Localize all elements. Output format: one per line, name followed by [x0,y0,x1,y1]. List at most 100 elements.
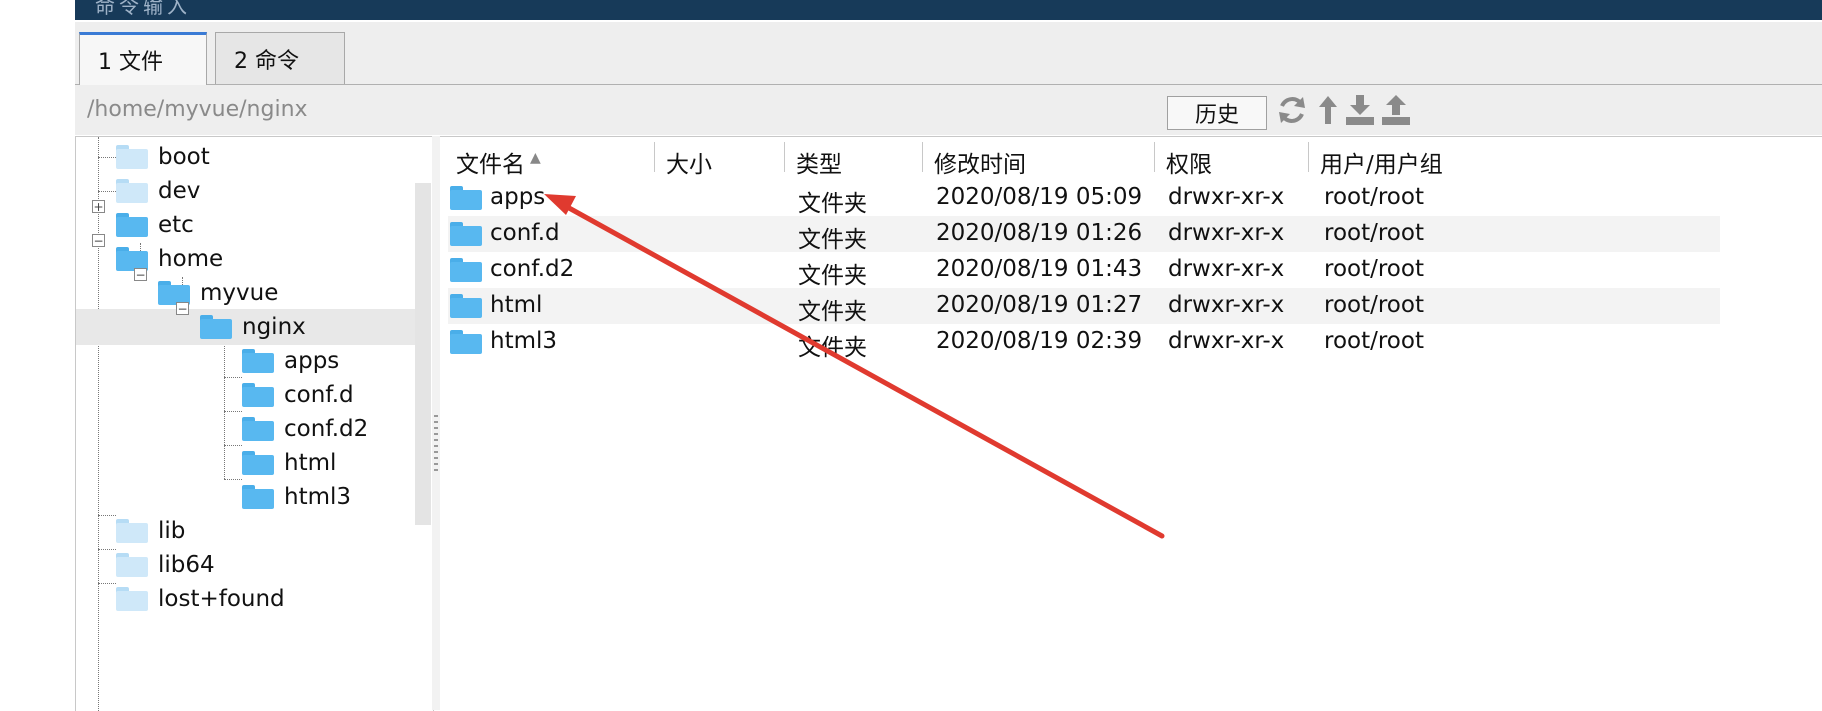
tab-commands[interactable]: 2 命令 [215,32,345,84]
tab-files[interactable]: 1 文件 [79,32,207,85]
tree-item-boot[interactable]: boot [116,139,210,175]
command-input-bar[interactable]: 命令输入 ..... [75,0,1822,28]
splitter-grip[interactable] [434,415,438,475]
column-divider[interactable] [654,142,655,172]
command-input-label: 命令输入 [95,0,191,18]
tree-item-lib[interactable]: lib [116,513,185,549]
tree-connector [224,377,242,378]
up-arrow-icon[interactable] [1311,93,1345,127]
tree-item-dev[interactable]: dev [116,173,200,209]
tree-item-label: myvue [200,280,279,306]
file-modified: 2020/08/19 01:26 [936,220,1143,246]
tree-connector [98,157,116,158]
tree-item-label: lib [158,518,186,544]
folder-icon [450,186,482,210]
folder-icon [116,553,148,577]
tree-item-lost-found[interactable]: lost+found [116,581,285,617]
file-name: apps [490,184,546,210]
file-row[interactable]: conf.d 文件夹 2020/08/19 01:26 drwxr-xr-x r… [448,216,1720,253]
folder-icon [450,258,482,282]
file-owner: root/root [1324,184,1424,210]
file-list-header: 文件名 ▲ 大小 类型 修改时间 权限 用户/用户组 [440,138,1822,178]
column-divider[interactable] [1308,142,1309,172]
tree-connector [98,515,116,516]
folder-icon [116,145,148,169]
folder-icon [242,383,274,407]
tree-connector [98,137,99,711]
file-row[interactable]: html3 文件夹 2020/08/19 02:39 drwxr-xr-x ro… [448,324,1720,361]
column-header-permissions[interactable]: 权限 [1166,145,1212,179]
collapse-icon[interactable]: − [176,302,189,315]
file-name: html3 [490,328,558,354]
tree-item-etc[interactable]: etc [116,207,194,243]
tree-item-label: html [284,450,337,476]
folder-icon [116,587,148,611]
tree-item-label: lost+found [158,586,285,612]
column-divider[interactable] [784,142,785,172]
tree-item-home[interactable]: home [116,241,223,277]
tree-item-label: dev [158,178,201,204]
collapse-icon[interactable]: − [92,234,105,247]
tree-connector [224,445,242,446]
folder-icon [242,349,274,373]
tree-item-lib64[interactable]: lib64 [116,547,215,583]
column-divider[interactable] [1154,142,1155,172]
tree-item-label: conf.d [284,382,354,408]
directory-tree[interactable]: boot dev + etc − home − myvue nginx − ap… [75,136,434,711]
tree-item-label: boot [158,144,210,170]
file-name: html [490,292,543,318]
column-header-size[interactable]: 大小 [666,145,712,179]
file-modified: 2020/08/19 05:09 [936,184,1143,210]
tree-connector [224,411,242,412]
file-permissions: drwxr-xr-x [1168,184,1285,210]
file-name: conf.d [490,220,560,246]
column-header-owner[interactable]: 用户/用户组 [1320,145,1443,179]
tree-item-conf-d2[interactable]: conf.d2 [242,411,368,447]
tree-connector [98,549,116,550]
file-row[interactable]: html 文件夹 2020/08/19 01:27 drwxr-xr-x roo… [448,288,1720,325]
folder-icon [450,222,482,246]
file-type: 文件夹 [798,227,867,253]
folder-icon [200,315,232,339]
history-button[interactable]: 历史 [1167,96,1267,130]
file-permissions: drwxr-xr-x [1168,256,1285,282]
folder-icon [242,485,274,509]
path-bar: /home/myvue/nginx 历史 [75,85,1822,135]
file-permissions: drwxr-xr-x [1168,292,1285,318]
folder-icon [450,294,482,318]
file-type: 文件夹 [798,263,867,289]
refresh-icon[interactable] [1275,93,1309,127]
file-permissions: drwxr-xr-x [1168,220,1285,246]
upload-icon[interactable] [1379,93,1413,127]
tree-item-label: conf.d2 [284,416,369,442]
download-icon[interactable] [1343,93,1377,127]
expand-icon[interactable]: + [92,200,105,213]
tree-item-html[interactable]: html [242,445,336,481]
column-header-type[interactable]: 类型 [796,145,842,179]
column-header-modified[interactable]: 修改时间 [934,145,1026,179]
tree-item-label: html3 [284,484,352,510]
column-divider[interactable] [922,142,923,172]
file-permissions: drwxr-xr-x [1168,328,1285,354]
file-owner: root/root [1324,328,1424,354]
file-modified: 2020/08/19 02:39 [936,328,1143,354]
tree-item-apps[interactable]: apps [242,343,339,379]
tree-item-conf-d[interactable]: conf.d [242,377,354,413]
sort-ascending-icon[interactable]: ▲ [530,150,541,166]
collapse-icon[interactable]: − [134,268,147,281]
tree-item-nginx[interactable]: nginx [76,309,416,345]
file-modified: 2020/08/19 01:27 [936,292,1143,318]
tree-item-html3[interactable]: html3 [242,479,351,515]
file-row[interactable]: conf.d2 文件夹 2020/08/19 01:43 drwxr-xr-x … [448,252,1720,289]
path-field[interactable]: /home/myvue/nginx [87,97,308,122]
file-row[interactable]: apps 文件夹 2020/08/19 05:09 drwxr-xr-x roo… [448,180,1720,217]
tree-item-label: lib64 [158,552,215,578]
column-header-name[interactable]: 文件名 [456,145,525,179]
file-type: 文件夹 [798,191,867,217]
file-modified: 2020/08/19 01:43 [936,256,1143,282]
tree-connector [98,583,116,584]
file-type: 文件夹 [798,335,867,361]
folder-icon [116,519,148,543]
tree-scrollbar-thumb[interactable] [415,183,431,525]
folder-icon [116,179,148,203]
